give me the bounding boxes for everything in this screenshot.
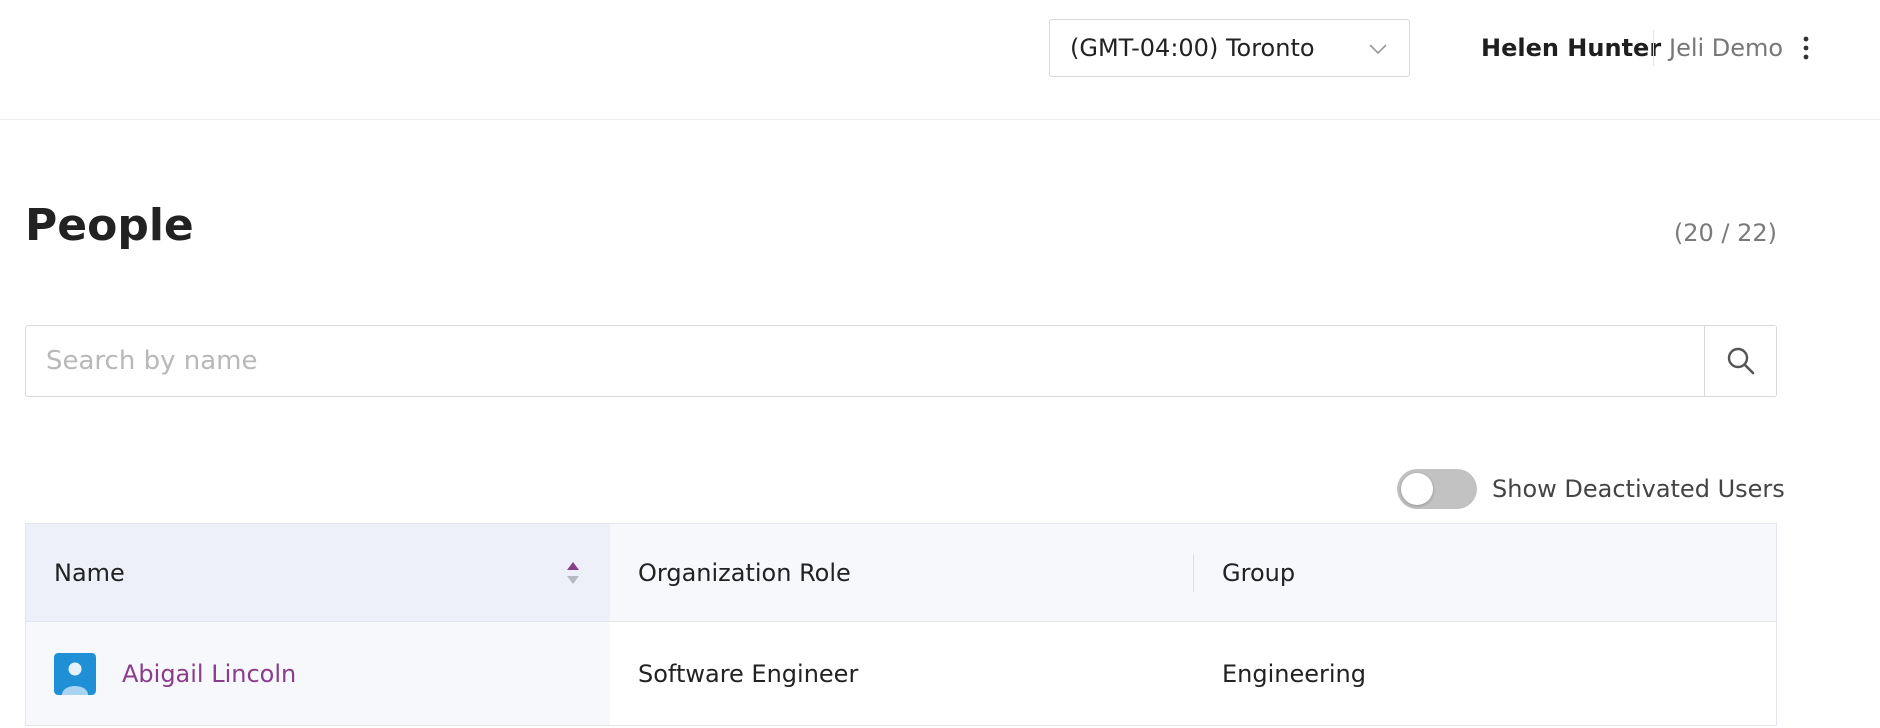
current-user-name[interactable]: Helen Hunter xyxy=(1481,30,1661,66)
more-options-icon[interactable] xyxy=(1796,32,1816,64)
chevron-down-icon xyxy=(1369,44,1387,55)
people-table: Name Organization Role Group Abigail Lin… xyxy=(25,523,1777,726)
timezone-value: (GMT-04:00) Toronto xyxy=(1070,34,1315,62)
table-row: Abigail Lincoln Software Engineer Engine… xyxy=(26,622,1776,726)
show-deactivated-row: Show Deactivated Users xyxy=(1397,469,1785,509)
show-deactivated-label: Show Deactivated Users xyxy=(1492,475,1785,503)
page-title: People xyxy=(25,200,194,251)
timezone-select[interactable]: (GMT-04:00) Toronto xyxy=(1049,19,1410,77)
show-deactivated-toggle[interactable] xyxy=(1397,469,1477,509)
column-header-name[interactable]: Name xyxy=(26,524,610,621)
search-bar xyxy=(25,325,1777,397)
cell-role: Software Engineer xyxy=(638,659,859,688)
column-header-role: Organization Role xyxy=(610,524,1194,621)
person-link[interactable]: Abigail Lincoln xyxy=(122,660,296,688)
column-header-label: Name xyxy=(54,558,125,587)
cell-group: Engineering xyxy=(1222,659,1366,688)
top-bar: (GMT-04:00) Toronto Helen Hunter Jeli De… xyxy=(0,0,1880,120)
toggle-knob xyxy=(1401,473,1433,505)
people-count: (20 / 22) xyxy=(1673,219,1777,247)
column-header-group: Group xyxy=(1194,524,1776,621)
header-divider xyxy=(1653,30,1654,66)
organization-name[interactable]: Jeli Demo xyxy=(1669,30,1783,66)
cell-name: Abigail Lincoln xyxy=(26,622,610,725)
column-header-label: Group xyxy=(1222,558,1296,587)
sort-icon xyxy=(567,562,579,584)
search-icon xyxy=(1727,347,1754,375)
search-input[interactable] xyxy=(26,326,1704,396)
search-button[interactable] xyxy=(1704,326,1776,396)
avatar-icon xyxy=(54,652,96,695)
table-header: Name Organization Role Group xyxy=(26,524,1776,622)
column-header-label: Organization Role xyxy=(638,558,851,587)
